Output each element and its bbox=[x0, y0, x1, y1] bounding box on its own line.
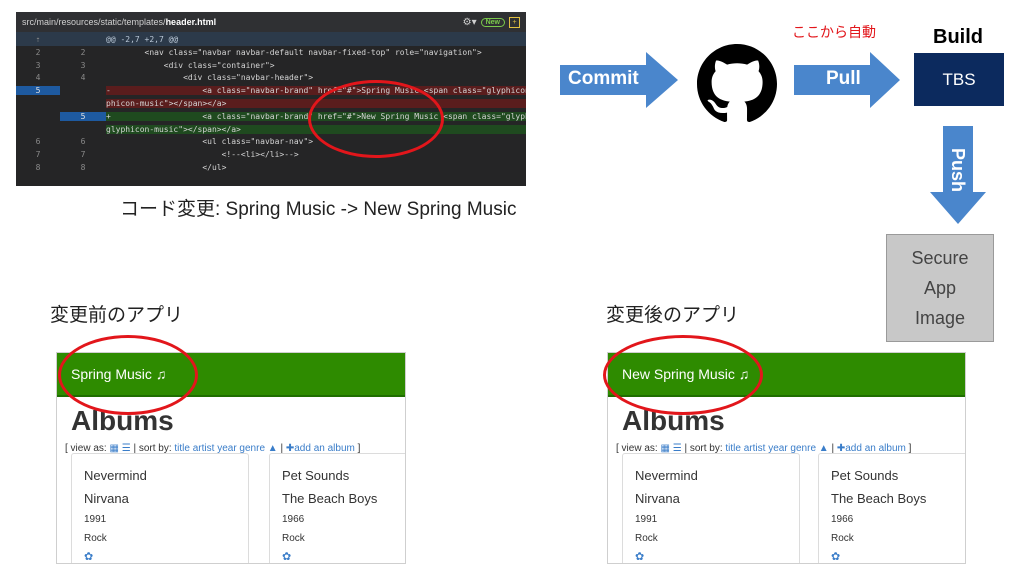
album-title[interactable]: Nevermind bbox=[635, 468, 799, 483]
album-year[interactable]: 1966 bbox=[282, 514, 405, 525]
gear-icon[interactable]: ✿ bbox=[84, 550, 248, 563]
old-line-number: 5 bbox=[16, 86, 60, 96]
after-app-screenshot: New Spring Music ♫ Albums [ view as: ▦ ☰… bbox=[607, 352, 966, 564]
code-text: </ul> bbox=[106, 163, 227, 173]
diff-line: 8 8 </ul> bbox=[16, 161, 526, 174]
album-year[interactable]: 1991 bbox=[635, 514, 799, 525]
old-line-number: 4 bbox=[35, 73, 41, 83]
before-app-screenshot: Spring Music ♫ Albums [ view as: ▦ ☰ | s… bbox=[56, 352, 406, 564]
new-badge: New bbox=[480, 17, 505, 27]
code-text: <ul class="navbar-nav"> bbox=[106, 137, 314, 147]
code-text: glyphicon-music"></span></a> bbox=[106, 124, 526, 134]
old-line-number: 8 bbox=[35, 163, 41, 173]
code-diff-panel: src/main/resources/static/templates/head… bbox=[16, 12, 526, 186]
hunk-text: @@ -2,7 +2,7 @@ bbox=[106, 34, 179, 44]
new-line-number: 8 bbox=[80, 163, 86, 173]
code-text: <!--<li></li>--> bbox=[106, 150, 299, 160]
album-card: Pet Sounds The Beach Boys 1966 Rock ✿ bbox=[818, 453, 965, 563]
github-octocat-icon bbox=[697, 44, 777, 123]
page-title: Albums bbox=[71, 405, 174, 436]
diff-line: 6 6 <ul class="navbar-nav"> bbox=[16, 136, 526, 149]
auto-from-here-label: ここから自動 bbox=[792, 25, 876, 41]
new-line-number: 4 bbox=[80, 73, 86, 83]
diff-line: glyphicon-music"></span></a> bbox=[16, 123, 526, 136]
new-line-number: 3 bbox=[80, 60, 86, 70]
music-icon: ♫ bbox=[738, 366, 750, 382]
album-artist[interactable]: Nirvana bbox=[635, 491, 799, 506]
album-artist[interactable]: The Beach Boys bbox=[831, 491, 965, 506]
code-text: phicon-music"></span></a> bbox=[106, 99, 526, 109]
album-title[interactable]: Pet Sounds bbox=[831, 468, 965, 483]
album-artist[interactable]: Nirvana bbox=[84, 491, 248, 506]
album-year[interactable]: 1991 bbox=[84, 514, 248, 525]
code-text: - <a class="navbar-brand" href="#">Sprin… bbox=[106, 86, 526, 96]
diff-lines: 2 2 <nav class="navbar navbar-default nav… bbox=[16, 46, 526, 174]
diff-hunk-header: ⇡ @@ -2,7 +2,7 @@ bbox=[16, 32, 526, 46]
diff-line: 7 7 <!--<li></li>--> bbox=[16, 148, 526, 161]
commit-label: Commit bbox=[568, 68, 639, 89]
album-genre[interactable]: Rock bbox=[635, 533, 799, 544]
after-app-caption: 変更後のアプリ bbox=[606, 305, 740, 326]
new-line-number: 5 bbox=[60, 111, 106, 121]
file-name: header.html bbox=[165, 17, 217, 27]
pull-label: Pull bbox=[826, 68, 861, 89]
expand-icon[interactable]: ⇡ bbox=[16, 35, 60, 44]
code-change-caption: コード変更: Spring Music -> New Spring Music bbox=[120, 199, 517, 220]
album-title[interactable]: Nevermind bbox=[84, 468, 248, 483]
diff-line: 2 2 <nav class="navbar navbar-default nav… bbox=[16, 46, 526, 59]
add-icon[interactable]: + bbox=[509, 16, 520, 28]
tbs-label: TBS bbox=[942, 69, 976, 89]
old-line-number: 6 bbox=[35, 137, 41, 147]
album-card: Nevermind Nirvana 1991 Rock ✿ bbox=[71, 453, 249, 563]
build-label: Build bbox=[933, 26, 983, 48]
album-year[interactable]: 1966 bbox=[831, 514, 965, 525]
navbar-brand[interactable]: Spring Music bbox=[71, 366, 152, 382]
secure-line-1: Secure bbox=[911, 248, 969, 268]
code-text: <nav class="navbar navbar-default navbar… bbox=[106, 47, 482, 57]
push-label: Push bbox=[948, 147, 968, 192]
gear-icon[interactable]: ⚙▾ bbox=[463, 17, 477, 28]
secure-app-image-box: Secure App Image bbox=[886, 234, 994, 342]
album-card: Pet Sounds The Beach Boys 1966 Rock ✿ bbox=[269, 453, 405, 563]
gear-icon[interactable]: ✿ bbox=[635, 550, 799, 563]
code-text: <div class="container"> bbox=[106, 60, 275, 70]
old-line-number: 7 bbox=[35, 150, 41, 160]
album-genre[interactable]: Rock bbox=[282, 533, 405, 544]
secure-line-3: Image bbox=[914, 308, 966, 328]
album-title[interactable]: Pet Sounds bbox=[282, 468, 405, 483]
code-text: + <a class="navbar-brand" href="#">New S… bbox=[106, 111, 526, 121]
gear-icon[interactable]: ✿ bbox=[831, 550, 965, 563]
album-artist[interactable]: The Beach Boys bbox=[282, 491, 405, 506]
before-app-caption: 変更前のアプリ bbox=[50, 305, 184, 326]
diff-line: phicon-music"></span></a> bbox=[16, 97, 526, 110]
new-line-number: 7 bbox=[80, 150, 86, 160]
diff-line: 5 - <a class="navbar-brand" href="#">Spri… bbox=[16, 84, 526, 97]
code-text: <div class="navbar-header"> bbox=[106, 73, 314, 83]
album-card: Nevermind Nirvana 1991 Rock ✿ bbox=[622, 453, 800, 563]
tbs-box: TBS bbox=[914, 53, 1004, 106]
page-title: Albums bbox=[622, 405, 725, 436]
old-line-number: 2 bbox=[35, 47, 41, 57]
new-line-number: 6 bbox=[80, 137, 86, 147]
old-line-number: 3 bbox=[35, 60, 41, 70]
diff-file-header: src/main/resources/static/templates/head… bbox=[16, 12, 526, 32]
diff-line: 4 4 <div class="navbar-header"> bbox=[16, 72, 526, 85]
file-path: src/main/resources/static/templates/ bbox=[22, 17, 166, 27]
secure-line-2: App bbox=[923, 278, 957, 298]
album-genre[interactable]: Rock bbox=[84, 533, 248, 544]
navbar: New Spring Music ♫ bbox=[608, 353, 965, 397]
diff-line: 5 + <a class="navbar-brand" href="#">New … bbox=[16, 110, 526, 123]
album-genre[interactable]: Rock bbox=[831, 533, 965, 544]
new-line-number: 2 bbox=[80, 47, 86, 57]
gear-icon[interactable]: ✿ bbox=[282, 550, 405, 563]
navbar: Spring Music ♫ bbox=[57, 353, 405, 397]
music-icon: ♫ bbox=[155, 366, 167, 382]
navbar-brand[interactable]: New Spring Music bbox=[622, 366, 735, 382]
diff-line: 3 3 <div class="container"> bbox=[16, 59, 526, 72]
